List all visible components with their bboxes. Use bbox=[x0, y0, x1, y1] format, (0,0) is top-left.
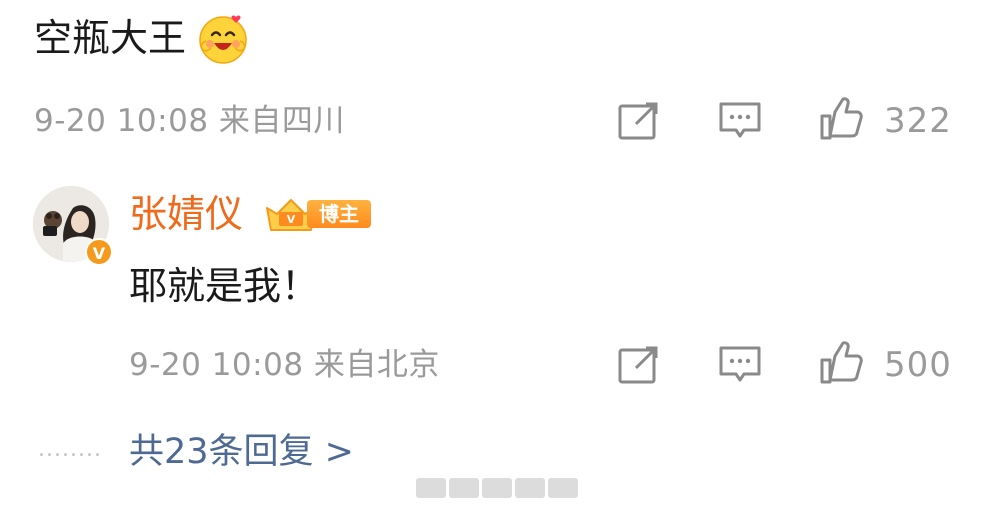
avatar[interactable]: V bbox=[33, 186, 113, 266]
scroll-indicator-segment bbox=[548, 478, 578, 498]
reply-username[interactable]: 张婧仪 bbox=[129, 188, 243, 240]
blogger-badge: V 博主 bbox=[263, 194, 375, 234]
more-replies-link[interactable]: 共23条回复 > bbox=[129, 428, 354, 476]
reply-location: 来自北京 bbox=[313, 347, 440, 383]
scroll-indicator-segment bbox=[515, 478, 545, 498]
divider-dots: ........ bbox=[38, 437, 102, 462]
comment-text-row: 空瓶大王 bbox=[34, 10, 250, 66]
reply-text: 耶就是我！ bbox=[129, 264, 320, 308]
comment-icon[interactable] bbox=[717, 98, 763, 144]
reply-time: 9-20 10:08 bbox=[129, 347, 304, 383]
svg-text:V: V bbox=[287, 213, 296, 226]
reply-share-icon[interactable] bbox=[616, 342, 662, 388]
reply-like-icon[interactable] bbox=[818, 340, 864, 386]
comment-location: 来自四川 bbox=[218, 103, 345, 139]
reply-like-count: 500 bbox=[884, 345, 952, 385]
scroll-indicator-segment bbox=[449, 478, 479, 498]
scroll-indicator-segment bbox=[482, 478, 512, 498]
comment-meta: 9-20 10:08 来自四川 bbox=[34, 101, 345, 141]
like-icon[interactable] bbox=[818, 96, 864, 142]
comment-time: 9-20 10:08 bbox=[34, 103, 209, 139]
verified-badge-icon: V bbox=[85, 238, 113, 266]
reply-meta: 9-20 10:08 来自北京 bbox=[129, 345, 440, 385]
reply-comment-icon[interactable] bbox=[717, 342, 763, 388]
badge-label: 博主 bbox=[307, 200, 371, 228]
comment-like-count: 322 bbox=[884, 101, 952, 141]
comment-text: 空瓶大王 bbox=[34, 16, 187, 60]
laughing-love-emoji-icon bbox=[196, 11, 250, 65]
share-icon[interactable] bbox=[616, 98, 662, 144]
scroll-indicator-segment bbox=[416, 478, 446, 498]
scroll-indicator bbox=[416, 478, 578, 498]
